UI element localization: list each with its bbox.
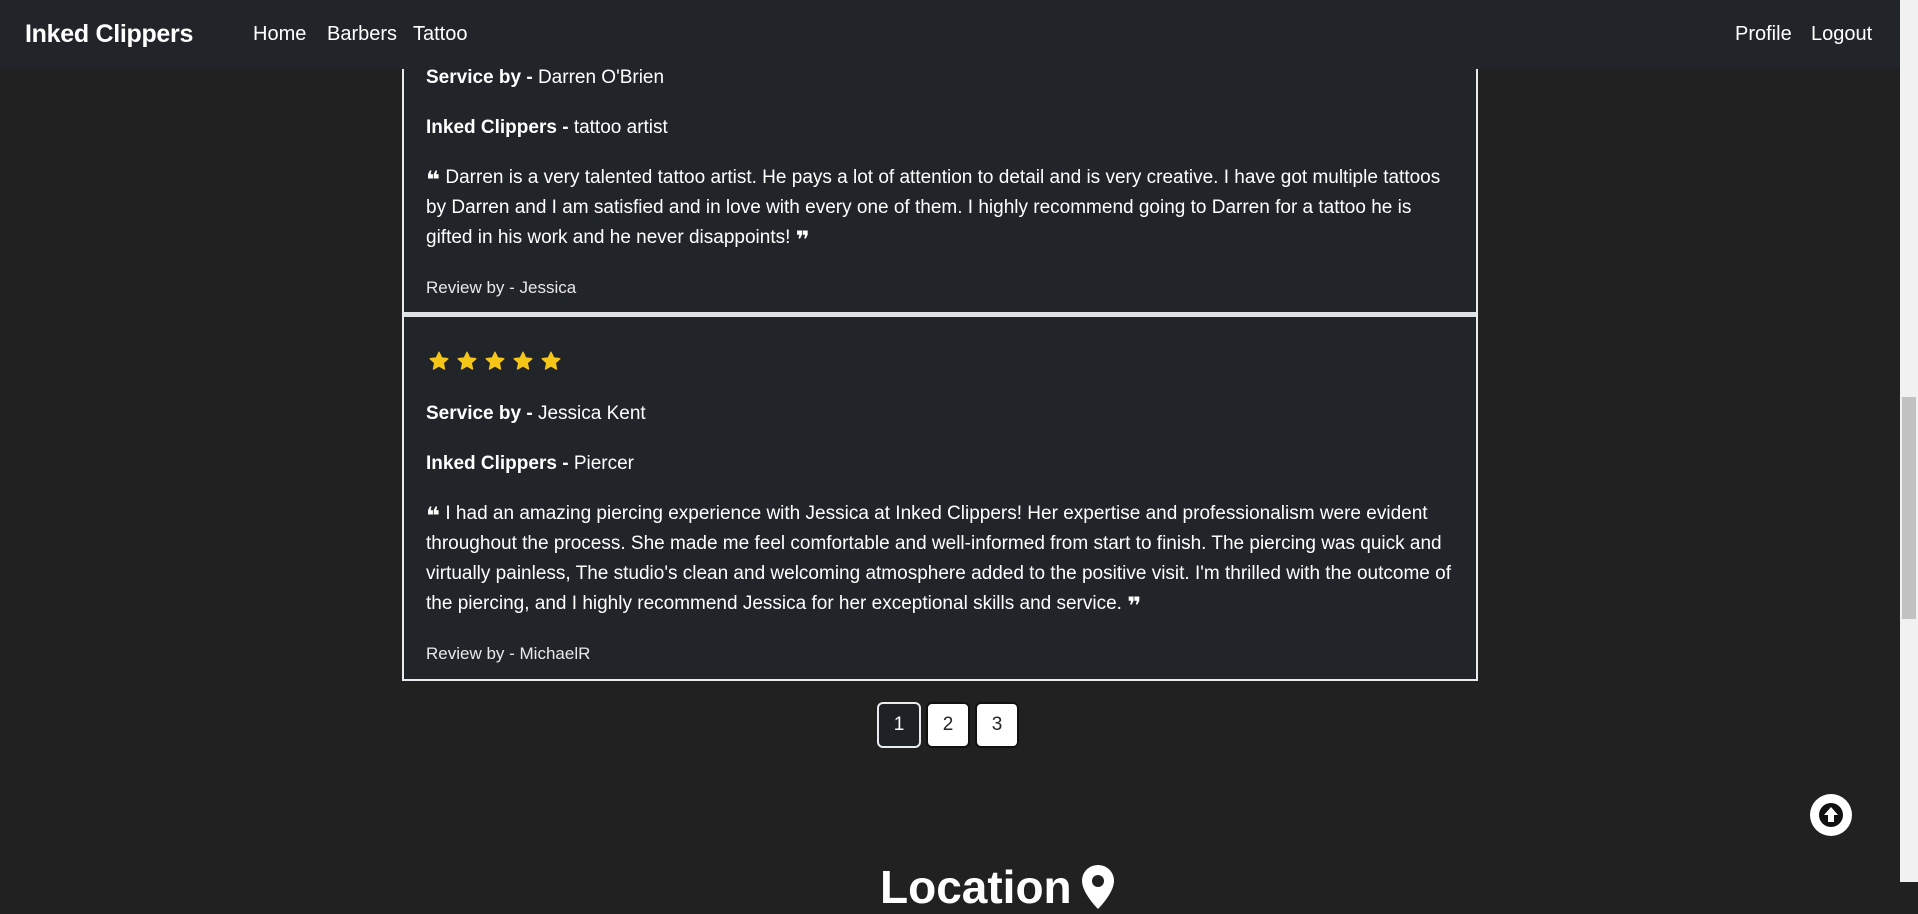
star-icon [428, 350, 450, 372]
shop-label: Inked Clippers - [426, 453, 569, 474]
service-label: Service by - [426, 67, 533, 88]
location-title: Location [880, 861, 1072, 913]
review-shop: Inked Clippers - Piercer [426, 453, 634, 475]
review-body: Darren is a very talented tattoo artist.… [426, 167, 1441, 248]
service-name: Jessica Kent [537, 403, 646, 424]
service-role: Piercer [573, 453, 634, 474]
star-icon [484, 350, 506, 372]
quote-open-icon: ❝ [426, 503, 441, 530]
quote-close-icon: ❞ [795, 227, 810, 254]
review-body: I had an amazing piercing experience wit… [426, 503, 1451, 614]
review-text: ❝ Darren is a very talented tattoo artis… [426, 163, 1456, 253]
map-pin-icon [1081, 865, 1114, 909]
quote-close-icon: ❞ [1127, 593, 1142, 620]
shop-label: Inked Clippers - [426, 117, 569, 138]
page-button-2[interactable]: 2 [926, 702, 970, 748]
page-scrollbar[interactable] [1900, 0, 1918, 882]
review-divider [404, 312, 1476, 317]
star-icon [540, 350, 562, 372]
scrollbar-thumb[interactable] [1902, 397, 1916, 619]
nav-link-profile[interactable]: Profile [1735, 23, 1792, 46]
nav-link-home[interactable]: Home [253, 23, 306, 46]
pagination: 1 2 3 [877, 702, 1019, 748]
nav-link-tattoo[interactable]: Tattoo [413, 23, 467, 46]
star-icon [512, 350, 534, 372]
star-icon [456, 350, 478, 372]
reviews-list: Service by - Darren O'Brien Inked Clippe… [402, 0, 1478, 681]
service-label: Service by - [426, 403, 533, 424]
nav-link-barbers[interactable]: Barbers [327, 23, 397, 46]
page-button-3[interactable]: 3 [975, 702, 1019, 748]
service-role: tattoo artist [573, 117, 668, 138]
service-name: Darren O'Brien [537, 67, 665, 88]
review-service: Service by - Darren O'Brien [426, 67, 664, 89]
scroll-to-top-button[interactable] [1810, 794, 1852, 836]
nav-link-logout[interactable]: Logout [1811, 23, 1872, 46]
review-shop: Inked Clippers - tattoo artist [426, 117, 668, 139]
review-byline: Review by - MichaelR [426, 644, 591, 663]
quote-open-icon: ❝ [426, 167, 441, 194]
location-heading: Location [880, 860, 1114, 914]
review-service: Service by - Jessica Kent [426, 403, 646, 425]
review-byline: Review by - Jessica [426, 278, 577, 297]
page-button-1[interactable]: 1 [877, 702, 921, 748]
arrow-up-circle-icon [1819, 803, 1843, 827]
star-rating [428, 350, 562, 372]
brand-logo[interactable]: Inked Clippers [25, 20, 193, 49]
navbar: Inked Clippers Home Barbers Tattoo Profi… [0, 0, 1900, 69]
review-text: ❝ I had an amazing piercing experience w… [426, 499, 1456, 619]
